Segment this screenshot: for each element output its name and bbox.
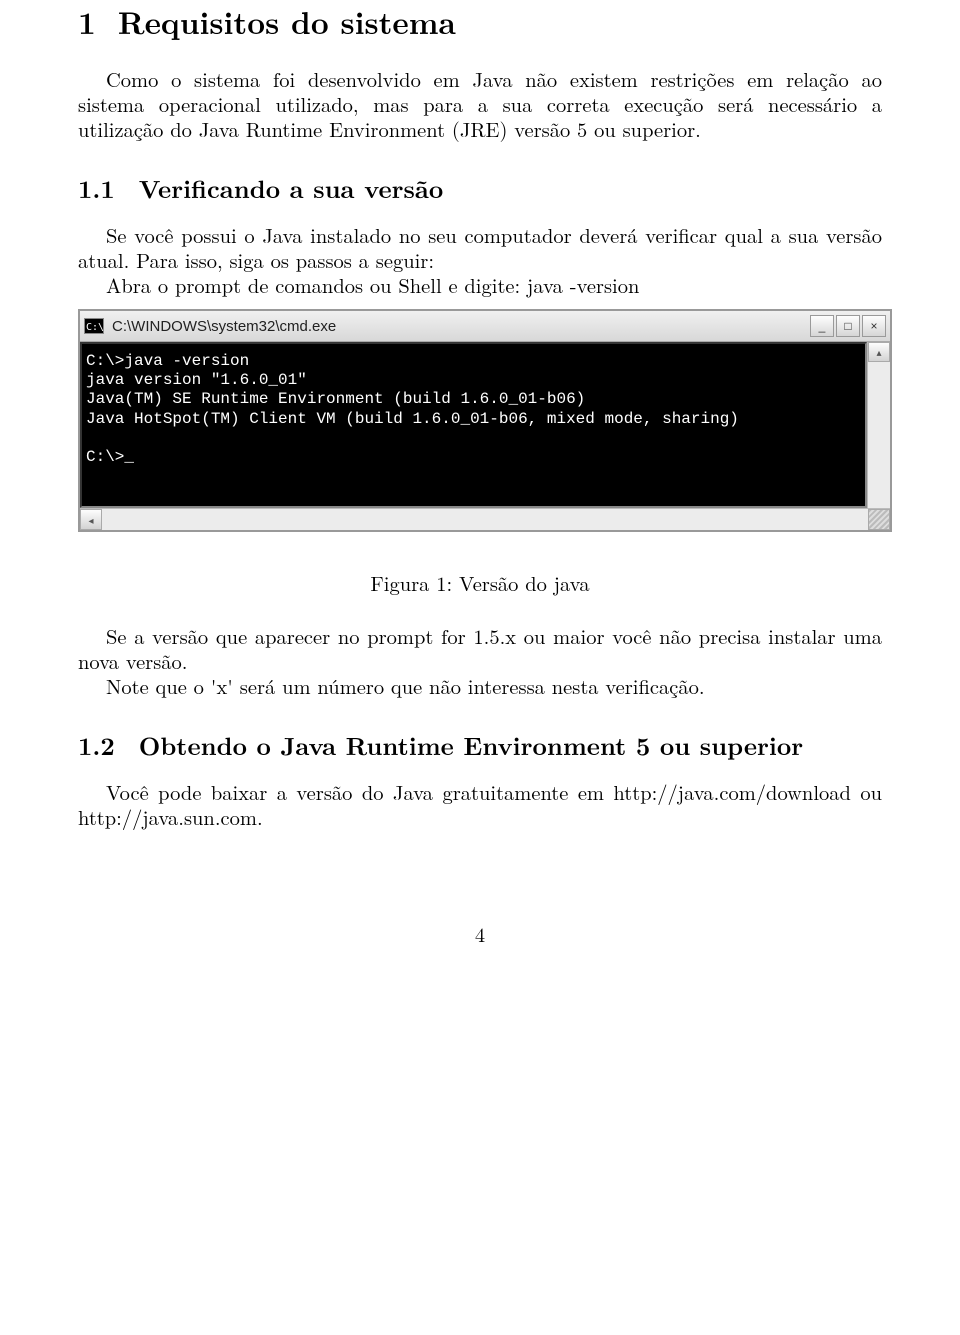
section-1-1-number: 1.1 — [78, 171, 115, 206]
page-number: 4 — [78, 919, 882, 948]
vertical-scrollbar[interactable]: ▴ — [867, 342, 890, 508]
cmd-app-icon: C:\ — [84, 318, 104, 334]
section-1-1-heading: 1.1 Verificando a sua versão — [78, 171, 882, 206]
section-1-1-paragraph-1: Se você possui o Java instalado no seu c… — [78, 222, 882, 272]
scroll-up-arrow-icon[interactable]: ▴ — [868, 342, 890, 362]
after-figure-paragraph-2: Note que o 'x' será um número que não in… — [78, 673, 882, 698]
window-buttons: _ □ × — [810, 315, 886, 337]
section-1-paragraph: Como o sistema foi desenvolvido em Java … — [78, 66, 882, 141]
minimize-button[interactable]: _ — [810, 315, 834, 337]
section-1-1-title: Verificando a sua versão — [139, 171, 443, 206]
resize-grip-icon[interactable] — [868, 509, 890, 530]
cmd-app-icon-text: C:\ — [86, 322, 104, 333]
document-page: 1 Requisitos do sistema Como o sistema f… — [0, 0, 960, 988]
figure-1-caption: Figura 1: Versão do java — [78, 568, 882, 597]
maximize-button[interactable]: □ — [836, 315, 860, 337]
section-1-2-heading: 1.2 Obtendo o Java Runtime Environment 5… — [78, 728, 882, 763]
after-figure-paragraph-1: Se a versão que aparecer no prompt for 1… — [78, 623, 882, 673]
section-1-number: 1 — [78, 0, 96, 44]
section-1-2-paragraph: Você pode baixar a versão do Java gratui… — [78, 779, 882, 829]
section-1-heading: 1 Requisitos do sistema — [78, 0, 882, 44]
section-1-2-title: Obtendo o Java Runtime Environment 5 ou … — [139, 728, 803, 763]
section-1-title: Requisitos do sistema — [118, 0, 456, 44]
section-1-2-number: 1.2 — [78, 728, 115, 763]
close-button[interactable]: × — [862, 315, 886, 337]
cmd-titlebar: C:\ C:\WINDOWS\system32\cmd.exe _ □ × — [80, 311, 890, 342]
terminal-output: C:\>java -version java version "1.6.0_01… — [80, 342, 867, 508]
cmd-title-text: C:\WINDOWS\system32\cmd.exe — [112, 318, 810, 335]
terminal-area: C:\>java -version java version "1.6.0_01… — [80, 342, 890, 508]
section-1-1-paragraph-2: Abra o prompt de comandos ou Shell e dig… — [78, 272, 882, 297]
horizontal-scrollbar-row: ◂ — [80, 508, 890, 530]
horizontal-scrollbar[interactable]: ◂ — [80, 508, 890, 530]
cmd-window: C:\ C:\WINDOWS\system32\cmd.exe _ □ × C:… — [78, 309, 892, 532]
scroll-left-arrow-icon[interactable]: ◂ — [80, 509, 102, 530]
